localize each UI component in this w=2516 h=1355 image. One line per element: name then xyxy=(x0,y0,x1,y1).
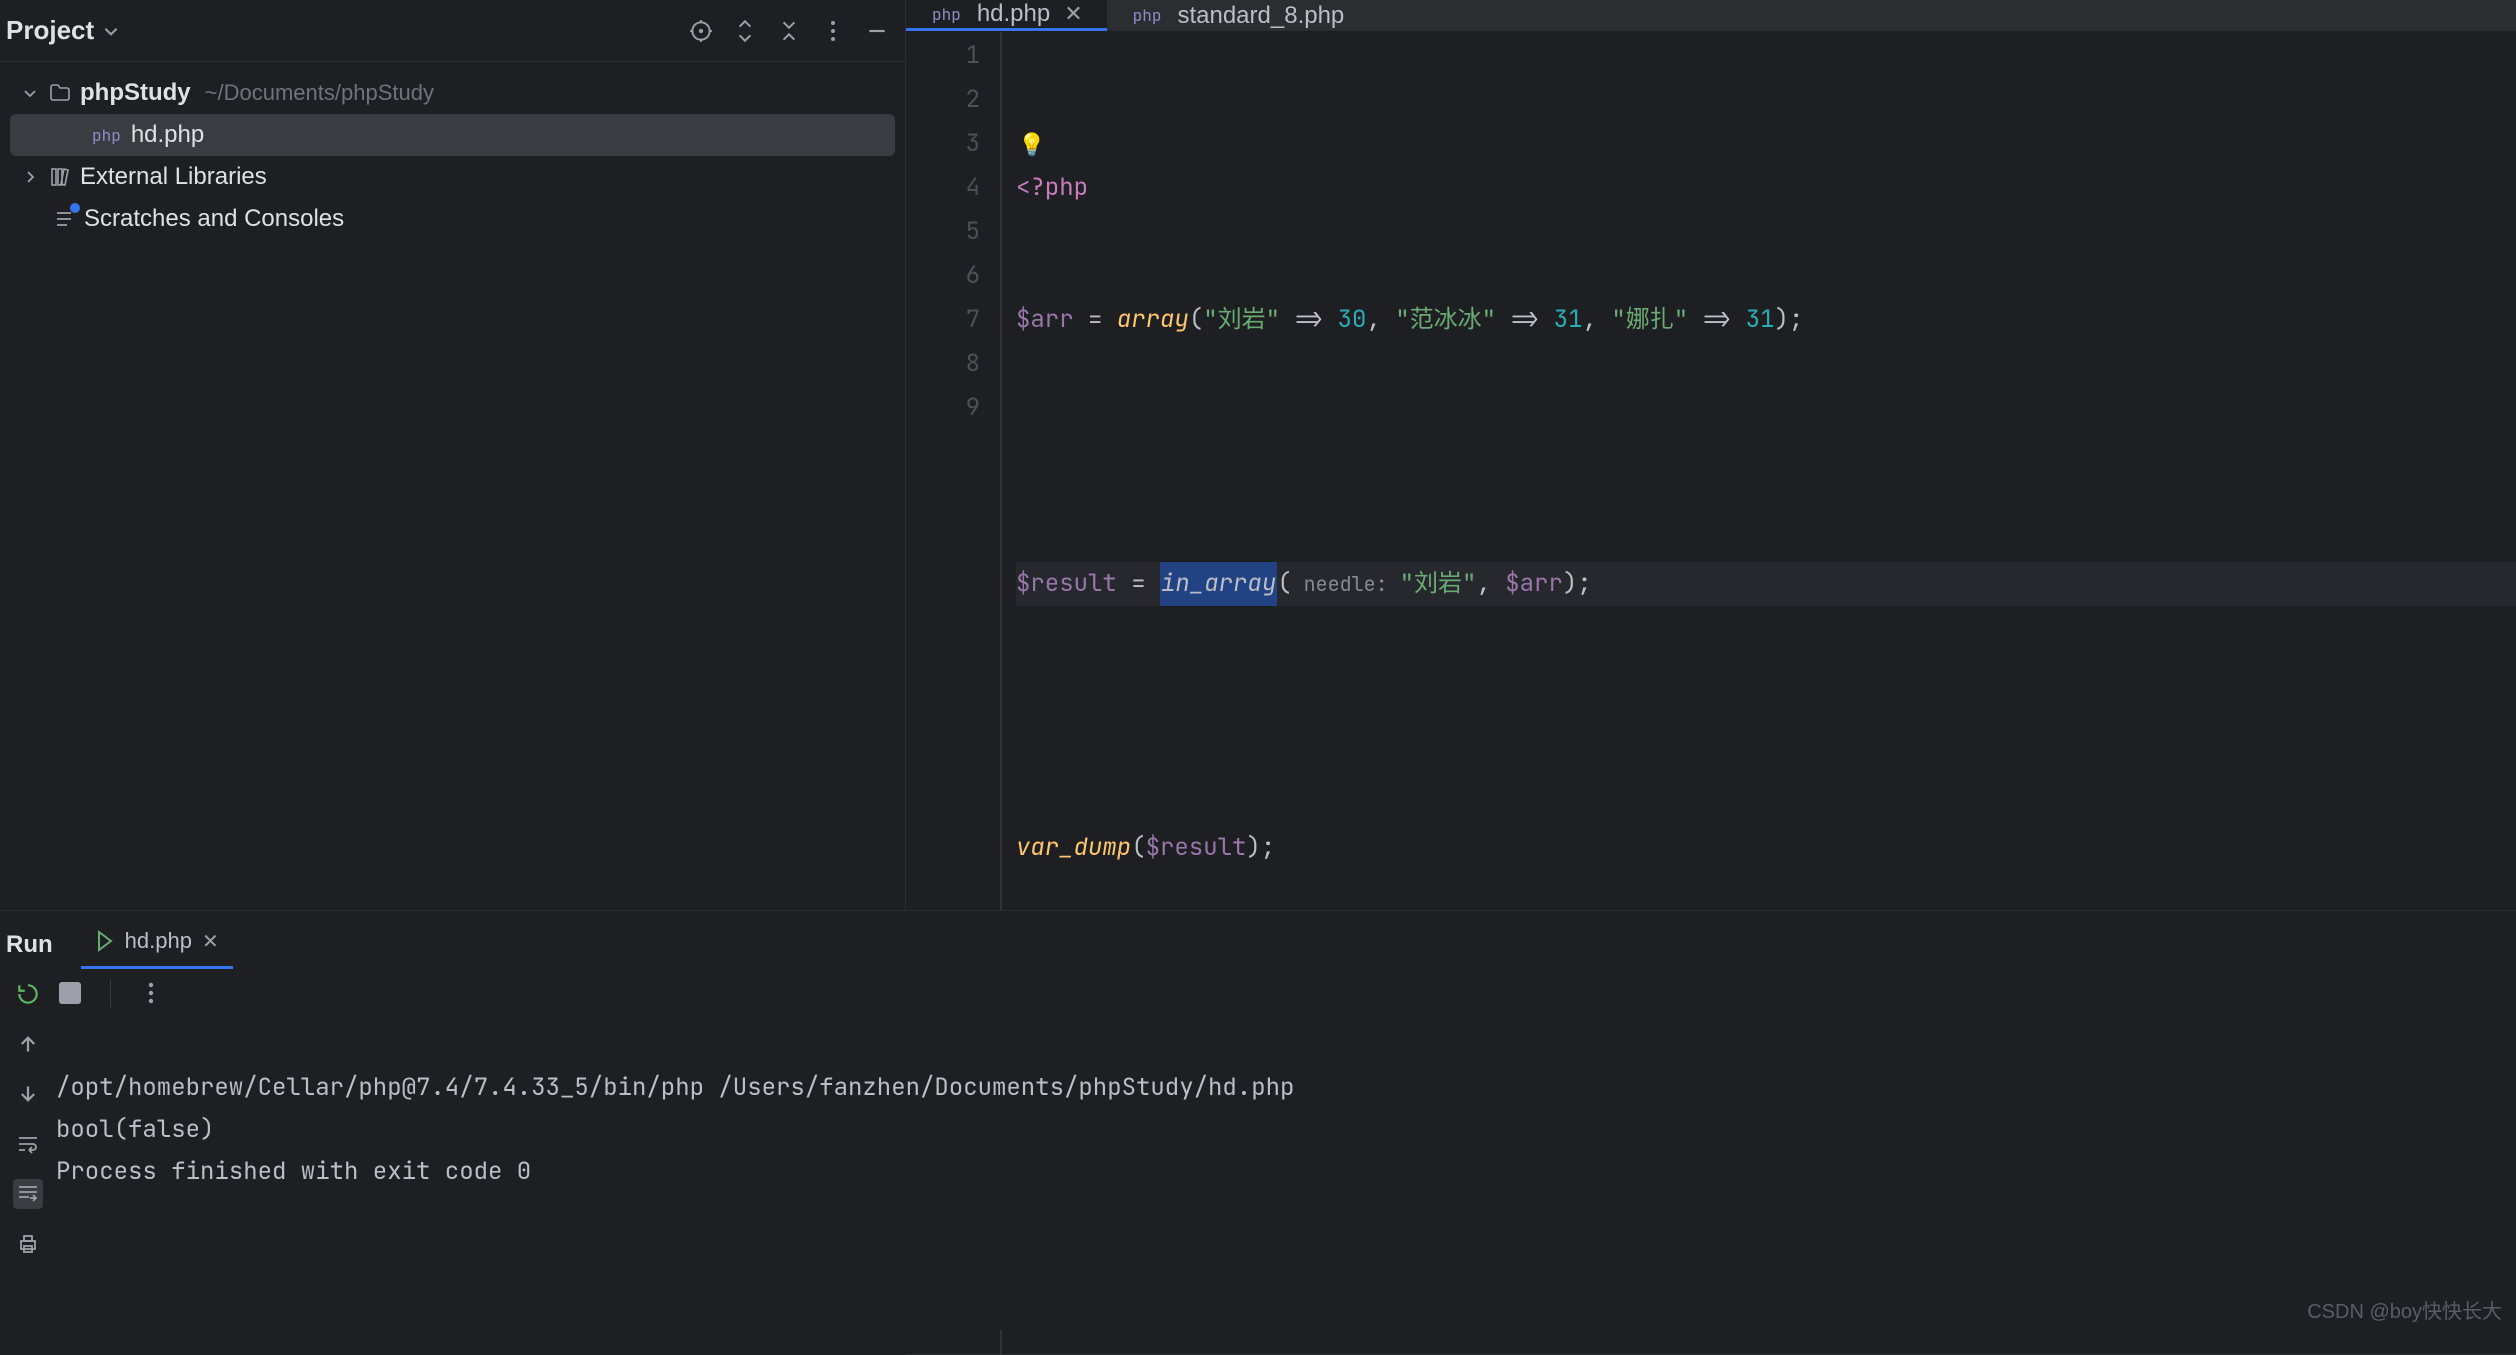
arrow-up-icon[interactable] xyxy=(13,1029,43,1059)
code-line-4: $result = in_array( needle: "刘岩", $arr); xyxy=(1016,562,2516,606)
more-vertical-icon[interactable] xyxy=(819,17,847,45)
project-panel-title[interactable]: Project xyxy=(6,15,94,46)
tab-label: standard_8.php xyxy=(1177,2,1344,30)
tab-label: hd.php xyxy=(977,0,1050,28)
rerun-icon[interactable] xyxy=(13,979,43,1009)
project-name: phpStudy xyxy=(80,79,191,107)
folder-icon xyxy=(48,81,72,105)
run-tab-label: hd.php xyxy=(125,928,192,954)
code-line-3 xyxy=(1016,430,2516,474)
tab-hd-php[interactable]: php hd.php ✕ xyxy=(906,0,1107,31)
run-console-output[interactable]: /opt/homebrew/Cellar/php@7.4/7.4.33_5/bi… xyxy=(56,1017,2516,1330)
chevron-right-icon xyxy=(22,169,40,185)
lightbulb-icon[interactable]: 💡 xyxy=(1018,123,1045,167)
code-line-1: <?php xyxy=(1016,166,2516,210)
file-label: hd.php xyxy=(131,121,204,149)
tree-file-hd-php[interactable]: php hd.php xyxy=(10,114,895,156)
more-vertical-icon[interactable] xyxy=(137,979,165,1007)
scroll-to-end-icon[interactable] xyxy=(13,1179,43,1209)
close-icon[interactable]: ✕ xyxy=(202,929,219,954)
code-line-2: $arr = array("刘岩" => 30, "范冰冰" => 31, "娜… xyxy=(1016,298,2516,342)
toolbar-divider xyxy=(110,979,111,1007)
run-tab-hd-php[interactable]: hd.php ✕ xyxy=(81,920,233,969)
expand-collapse-icon[interactable] xyxy=(731,17,759,45)
external-libraries-label: External Libraries xyxy=(80,163,267,191)
wrap-lines-icon[interactable] xyxy=(13,1129,43,1159)
tree-scratches[interactable]: Scratches and Consoles xyxy=(10,198,895,240)
tree-external-libraries[interactable]: External Libraries xyxy=(10,156,895,198)
scratches-icon xyxy=(52,207,76,231)
php-file-icon: php xyxy=(930,4,963,25)
arrow-down-icon[interactable] xyxy=(13,1079,43,1109)
php-file-icon: php xyxy=(1131,5,1164,26)
minimize-icon[interactable] xyxy=(863,17,891,45)
chevron-down-icon xyxy=(22,85,40,101)
code-line-6: var_dump($result); xyxy=(1016,826,2516,870)
library-icon xyxy=(48,165,72,189)
tree-root-project[interactable]: phpStudy ~/Documents/phpStudy xyxy=(10,72,895,114)
locate-icon[interactable] xyxy=(687,17,715,45)
php-file-icon: php xyxy=(90,125,123,146)
collapse-all-icon[interactable] xyxy=(775,17,803,45)
chevron-down-icon[interactable] xyxy=(102,22,120,40)
project-path: ~/Documents/phpStudy xyxy=(205,80,434,106)
watermark-text: CSDN @boy快快长大 xyxy=(2307,1295,2502,1324)
print-icon[interactable] xyxy=(13,1229,43,1259)
code-line-5 xyxy=(1016,694,2516,738)
stop-icon[interactable] xyxy=(56,979,84,1007)
tab-standard-8-php[interactable]: php standard_8.php xyxy=(1107,0,1369,31)
php-run-icon xyxy=(91,929,115,953)
scratches-label: Scratches and Consoles xyxy=(84,205,344,233)
close-tab-icon[interactable]: ✕ xyxy=(1064,1,1082,27)
run-panel-title[interactable]: Run xyxy=(6,931,53,969)
